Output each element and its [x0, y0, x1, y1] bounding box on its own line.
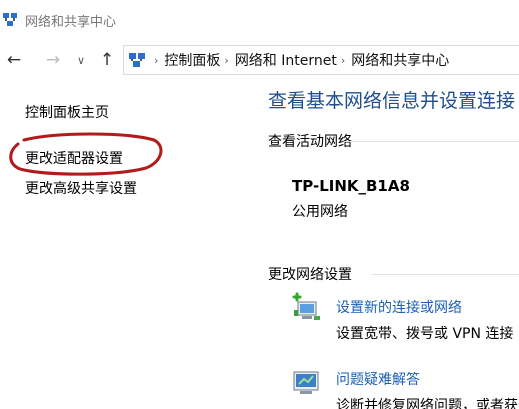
troubleshoot-problems-link[interactable]: 问题疑难解答 [336, 369, 420, 389]
breadcrumb-network-internet[interactable]: 网络和 Internet [235, 50, 337, 70]
chevron-right-icon[interactable]: › [341, 54, 345, 67]
control-panel-icon [129, 53, 145, 67]
setup-new-connection-link[interactable]: 设置新的连接或网络 [336, 297, 462, 317]
page-heading: 查看基本网络信息并设置连接 [268, 90, 516, 112]
network-name: TP-LINK_B1A8 [292, 177, 410, 195]
chevron-right-icon[interactable]: › [224, 54, 228, 67]
control-panel-home-link[interactable]: 控制面板主页 [25, 102, 109, 122]
breadcrumb-control-panel[interactable]: 控制面板 [164, 50, 220, 70]
network-type: 公用网络 [292, 204, 348, 220]
setup-new-connection-description: 设置宽带、拨号或 VPN 连接 [336, 326, 514, 342]
troubleshoot-icon[interactable] [290, 366, 322, 398]
navigation-bar: ← → ∨ ↑ › 控制面板 › 网络和 Internet › 网络和共享中心 [0, 40, 519, 80]
active-networks-label: 查看活动网络 [268, 134, 352, 150]
window-title: 网络和共享中心 [25, 15, 117, 30]
section-divider [344, 141, 519, 142]
chevron-right-icon[interactable]: › [154, 54, 158, 67]
section-divider [372, 274, 519, 275]
change-adapter-settings-link[interactable]: 更改适配器设置 [25, 148, 123, 168]
network-center-icon [3, 13, 17, 26]
change-advanced-sharing-link[interactable]: 更改高级共享设置 [25, 178, 137, 198]
arrow-left-icon[interactable]: ← [3, 48, 25, 72]
troubleshoot-problems-description: 诊断并修复网络问题，或者获 [336, 398, 518, 409]
arrow-right-icon[interactable]: → [42, 48, 64, 72]
breadcrumb-network-sharing-center[interactable]: 网络和共享中心 [351, 50, 449, 70]
address-bar[interactable]: › 控制面板 › 网络和 Internet › 网络和共享中心 [123, 45, 519, 75]
arrow-up-icon[interactable]: ↑ [96, 48, 118, 72]
new-connection-icon[interactable] [290, 292, 322, 324]
chevron-down-icon[interactable]: ∨ [74, 48, 88, 72]
change-settings-label: 更改网络设置 [268, 267, 352, 283]
title-bar: 网络和共享中心 [0, 0, 519, 40]
